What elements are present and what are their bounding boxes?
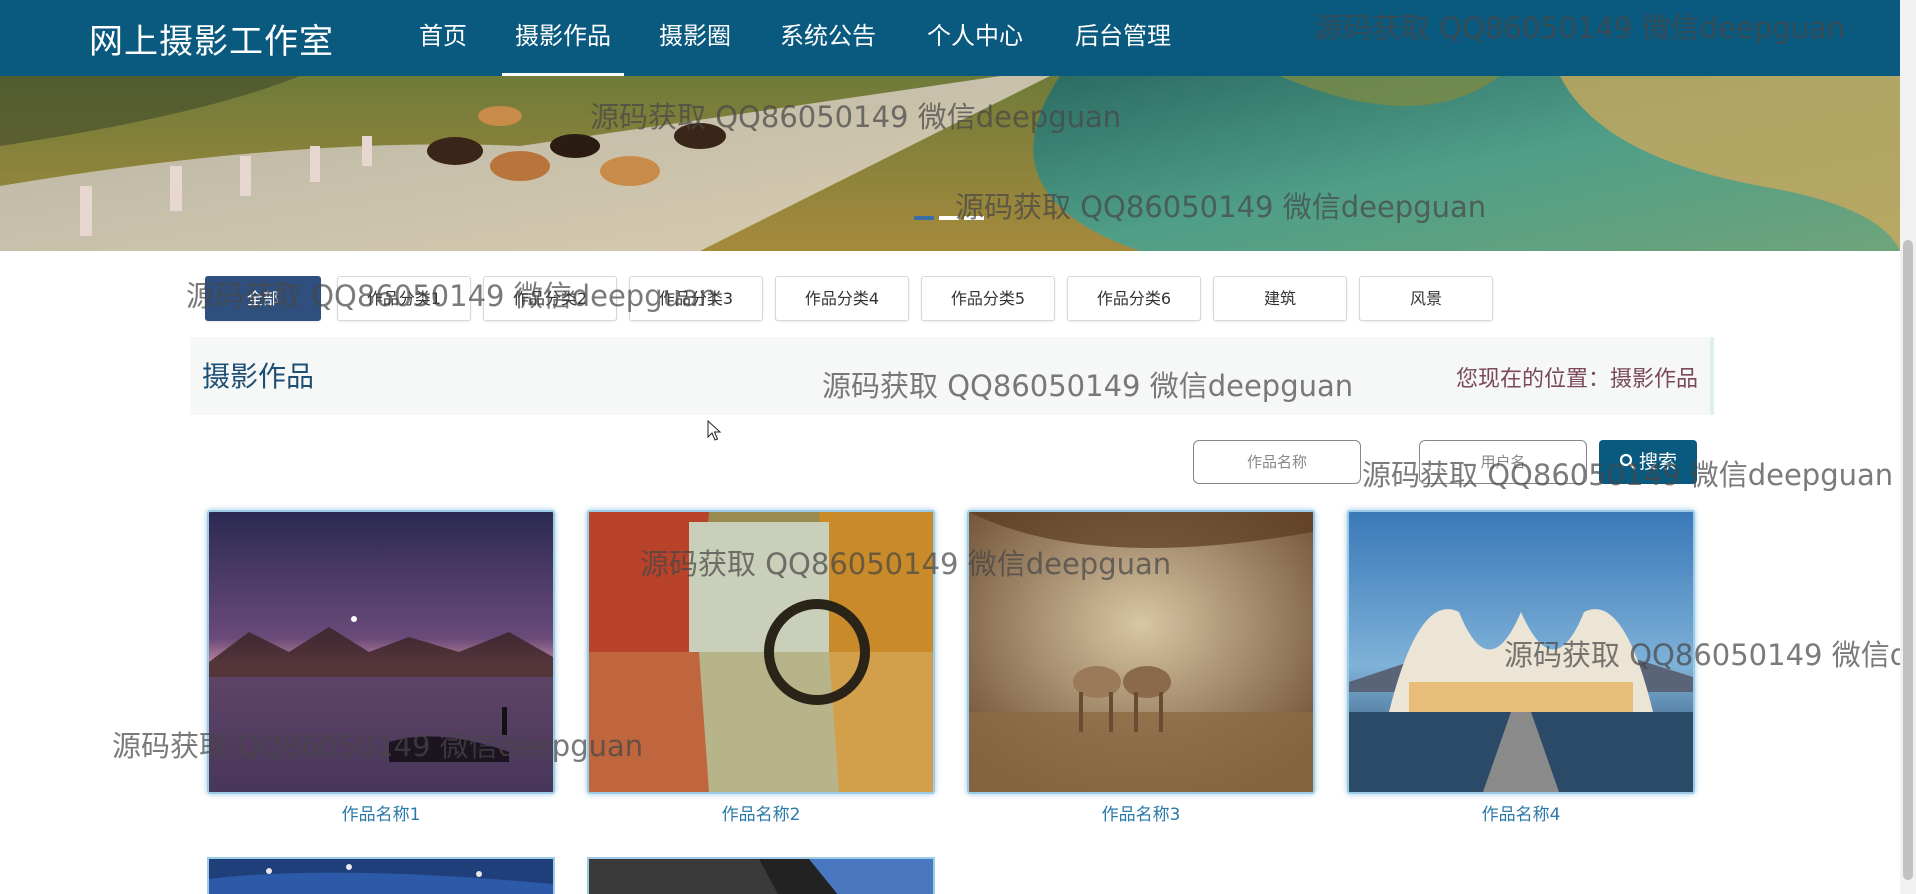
work-photo (209, 859, 553, 894)
category-architecture[interactable]: 建筑 (1213, 276, 1347, 321)
banner-dot-1[interactable] (914, 216, 934, 220)
work-name[interactable]: 作品名称4 (1347, 800, 1695, 825)
nav-home[interactable]: 首页 (412, 0, 474, 76)
category-6[interactable]: 作品分类6 (1067, 276, 1201, 321)
work-card[interactable]: 作品名称2 (587, 510, 935, 825)
work-photo (589, 859, 933, 894)
mouse-cursor-icon (707, 420, 722, 441)
work-card[interactable]: 作品名称3 (967, 510, 1315, 825)
work-card[interactable]: 作品名称1 (207, 510, 555, 825)
nav-announcements[interactable]: 系统公告 (776, 0, 880, 76)
category-1[interactable]: 作品分类1 (337, 276, 471, 321)
banner-dot-2[interactable] (939, 216, 959, 220)
category-2[interactable]: 作品分类2 (483, 276, 617, 321)
breadcrumb-prefix: 您现在的位置： (1455, 367, 1610, 392)
nav-admin[interactable]: 后台管理 (1071, 0, 1175, 76)
search-button-label: 搜索 (1638, 451, 1677, 473)
work-photo[interactable] (207, 510, 555, 794)
work-photo[interactable] (967, 510, 1315, 794)
work-name[interactable]: 作品名称1 (207, 800, 555, 825)
search-icon (1619, 453, 1636, 470)
work-photo[interactable] (587, 510, 935, 794)
work-name[interactable]: 作品名称3 (967, 800, 1315, 825)
work-photo[interactable] (1347, 510, 1695, 794)
category-5[interactable]: 作品分类5 (921, 276, 1055, 321)
search-button[interactable]: 搜索 (1599, 440, 1697, 484)
breadcrumb-current[interactable]: 摄影作品 (1610, 367, 1698, 392)
category-landscape[interactable]: 风景 (1359, 276, 1493, 321)
site-brand[interactable]: 网上摄影工作室 (89, 14, 334, 63)
nav-personal-center[interactable]: 个人中心 (924, 0, 1026, 76)
category-3[interactable]: 作品分类3 (629, 276, 763, 321)
work-card-partial[interactable] (207, 857, 555, 894)
work-name[interactable]: 作品名称2 (587, 800, 935, 825)
breadcrumb: 您现在的位置：摄影作品 (1456, 361, 1698, 393)
section-title: 摄影作品 (202, 360, 315, 393)
nav-works[interactable]: 摄影作品 (502, 0, 624, 76)
username-search-input[interactable]: 用户名 (1419, 440, 1587, 484)
category-all[interactable]: 全部 (205, 276, 321, 321)
page-scrollbar[interactable] (1900, 0, 1916, 894)
section-header: 摄影作品 您现在的位置：摄影作品 (190, 337, 1714, 415)
banner-image (0, 76, 1900, 251)
scrollbar-thumb[interactable] (1903, 240, 1913, 880)
work-card[interactable]: 作品名称4 (1347, 510, 1695, 825)
work-name-search-input[interactable]: 作品名称 (1193, 440, 1361, 484)
banner-dot-3[interactable] (964, 216, 984, 220)
category-4[interactable]: 作品分类4 (775, 276, 909, 321)
nav-circle[interactable]: 摄影圈 (656, 0, 734, 76)
hero-banner[interactable] (0, 76, 1900, 251)
work-card-partial[interactable] (587, 857, 935, 894)
top-navbar: 网上摄影工作室 首页 摄影作品 摄影圈 系统公告 个人中心 后台管理 (0, 0, 1916, 76)
